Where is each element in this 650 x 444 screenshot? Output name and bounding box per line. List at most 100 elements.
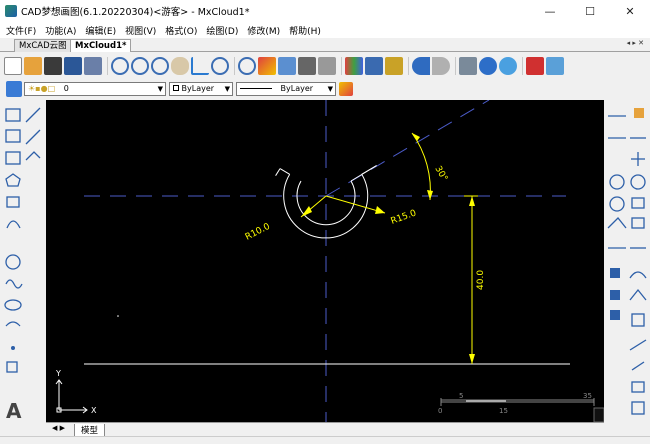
angle-dimension-arc[interactable] bbox=[411, 132, 431, 201]
hatch-tool-icon[interactable] bbox=[5, 151, 21, 165]
mirror-tool-icon[interactable] bbox=[607, 217, 627, 229]
polyline-tool-icon[interactable] bbox=[25, 151, 41, 161]
region-tool-icon[interactable] bbox=[610, 268, 620, 278]
linetype-value: ByLayer bbox=[280, 84, 314, 93]
layer-manager-icon[interactable] bbox=[6, 81, 22, 97]
layer-grid-icon[interactable] bbox=[365, 57, 383, 75]
layout-tab-bar: ◀ ▶ 模型 bbox=[46, 422, 604, 437]
slot-left-edge[interactable] bbox=[279, 168, 290, 175]
new-file-icon[interactable] bbox=[4, 57, 22, 75]
redo-icon[interactable] bbox=[432, 57, 450, 75]
properties-panel-icon[interactable] bbox=[631, 401, 645, 415]
zoom-all-icon[interactable] bbox=[238, 57, 256, 75]
angle-label: 30° bbox=[432, 165, 449, 184]
ellipse-tool-icon[interactable] bbox=[4, 299, 22, 311]
rectangle-tool-icon[interactable] bbox=[6, 196, 20, 208]
bottom-status-strip bbox=[0, 436, 650, 444]
menu-format[interactable]: 格式(O) bbox=[165, 24, 197, 37]
match-properties-icon[interactable] bbox=[385, 57, 403, 75]
scale-label-15: 15 bbox=[499, 407, 508, 415]
scale-tool-icon[interactable] bbox=[631, 217, 645, 229]
spline-tool-icon[interactable] bbox=[5, 279, 23, 289]
layout-nav-arrows[interactable]: ◀ ▶ bbox=[52, 424, 65, 432]
image-tool-icon[interactable] bbox=[5, 108, 21, 122]
color-palette-icon[interactable] bbox=[345, 57, 363, 75]
pan-hand-icon[interactable] bbox=[171, 57, 189, 75]
drawing-canvas[interactable]: 30° R10.0 R15.0 40.0 Y X 0 5 15 35 bbox=[46, 100, 604, 422]
slot-end-left[interactable] bbox=[275, 168, 281, 176]
open-folder-icon[interactable] bbox=[44, 57, 62, 75]
cloud-globe-icon[interactable] bbox=[499, 57, 517, 75]
fillet-tool-icon[interactable] bbox=[629, 271, 647, 279]
xline-tool-icon[interactable] bbox=[25, 129, 41, 145]
tab-mxcloud1[interactable]: MxCloud1* bbox=[70, 39, 132, 52]
toolbar-separator bbox=[408, 57, 409, 75]
divide-tool-icon[interactable] bbox=[631, 361, 645, 371]
text-tool-icon[interactable]: A bbox=[6, 399, 22, 422]
cad-drawing[interactable]: 30° R10.0 R15.0 40.0 Y X 0 5 15 35 bbox=[46, 100, 604, 422]
linetype-combo[interactable]: ByLayer ▼ bbox=[236, 82, 336, 96]
line-tool-icon[interactable] bbox=[25, 107, 41, 123]
dim-arrow bbox=[469, 196, 475, 206]
pedit-tool-icon[interactable] bbox=[631, 381, 645, 393]
layer-toolbar: ☀▪●□ 0 ▼ ByLayer ▼ ByLayer ▼ bbox=[0, 79, 650, 99]
save-as-icon[interactable] bbox=[84, 57, 102, 75]
open-file-icon[interactable] bbox=[24, 57, 42, 75]
tab-mxcad-cloud[interactable]: MxCAD云图 bbox=[14, 39, 72, 52]
erase-tool-icon[interactable] bbox=[634, 108, 644, 118]
menu-view[interactable]: 视图(V) bbox=[125, 24, 156, 37]
tab-nav-controls[interactable]: ◂ ▸ ✕ bbox=[627, 39, 644, 47]
chevron-down-icon: ▼ bbox=[157, 85, 163, 93]
zoom-realtime-icon[interactable] bbox=[131, 57, 149, 75]
layer-combo[interactable]: ☀▪●□ 0 ▼ bbox=[24, 82, 166, 96]
draw-tools-svg: A bbox=[4, 107, 41, 422]
minimize-button[interactable]: — bbox=[530, 0, 570, 22]
circle-offset-icon[interactable] bbox=[609, 196, 625, 212]
layer-value: 0 bbox=[63, 84, 69, 93]
menu-modify[interactable]: 修改(M) bbox=[247, 24, 280, 37]
brush-icon[interactable] bbox=[339, 82, 353, 96]
menu-help[interactable]: 帮助(H) bbox=[289, 24, 321, 37]
image-export-icon[interactable] bbox=[546, 57, 564, 75]
rotate-tool-icon[interactable] bbox=[609, 174, 625, 190]
lengthen-tool-icon[interactable] bbox=[629, 339, 647, 351]
block-icon[interactable] bbox=[318, 57, 336, 75]
polygon-tool-icon[interactable] bbox=[5, 173, 21, 187]
ucs-axes-icon bbox=[55, 379, 88, 414]
undo-icon[interactable] bbox=[412, 57, 430, 75]
ellipse-arc-tool-icon[interactable] bbox=[5, 321, 21, 327]
menu-file[interactable]: 文件(F) bbox=[6, 24, 36, 37]
explode-tool-icon[interactable] bbox=[631, 313, 645, 327]
scale-label-35: 35 bbox=[583, 392, 592, 400]
block-insert-icon[interactable] bbox=[6, 361, 18, 373]
document-tab-bar: MxCAD云图 MxCloud1* ◂ ▸ ✕ bbox=[0, 38, 650, 52]
arc-tool-icon[interactable] bbox=[6, 220, 21, 229]
ucs-icon[interactable] bbox=[191, 57, 209, 75]
boundary-tool-icon[interactable] bbox=[610, 290, 620, 300]
offset-tool-icon[interactable] bbox=[630, 174, 646, 190]
draworder-front-icon[interactable] bbox=[610, 310, 620, 320]
save-icon[interactable] bbox=[64, 57, 82, 75]
menu-edit[interactable]: 编辑(E) bbox=[85, 24, 116, 37]
close-button[interactable]: ✕ bbox=[610, 0, 650, 22]
point-tool-icon[interactable] bbox=[11, 346, 15, 350]
circle-tool-icon[interactable] bbox=[5, 254, 21, 270]
pencil-edit-icon[interactable] bbox=[258, 57, 276, 75]
color-combo[interactable]: ByLayer ▼ bbox=[169, 82, 233, 96]
properties-icon[interactable] bbox=[298, 57, 316, 75]
standard-toolbar bbox=[0, 53, 650, 79]
pdf-export-icon[interactable] bbox=[526, 57, 544, 75]
menu-function[interactable]: 功能(A) bbox=[45, 24, 76, 37]
zoom-extents-icon[interactable] bbox=[151, 57, 169, 75]
web-globe-icon[interactable] bbox=[479, 57, 497, 75]
maximize-button[interactable]: ☐ bbox=[570, 0, 610, 22]
mtext-tool-icon[interactable] bbox=[5, 129, 21, 143]
zoom-previous-icon[interactable] bbox=[211, 57, 229, 75]
chamfer-tool-icon[interactable] bbox=[629, 288, 647, 301]
zoom-window-icon[interactable] bbox=[111, 57, 129, 75]
print-icon[interactable] bbox=[459, 57, 477, 75]
menu-draw[interactable]: 绘图(D) bbox=[206, 24, 238, 37]
array-tool-icon[interactable] bbox=[631, 197, 645, 209]
app-logo-icon bbox=[5, 5, 17, 17]
list-icon[interactable] bbox=[278, 57, 296, 75]
